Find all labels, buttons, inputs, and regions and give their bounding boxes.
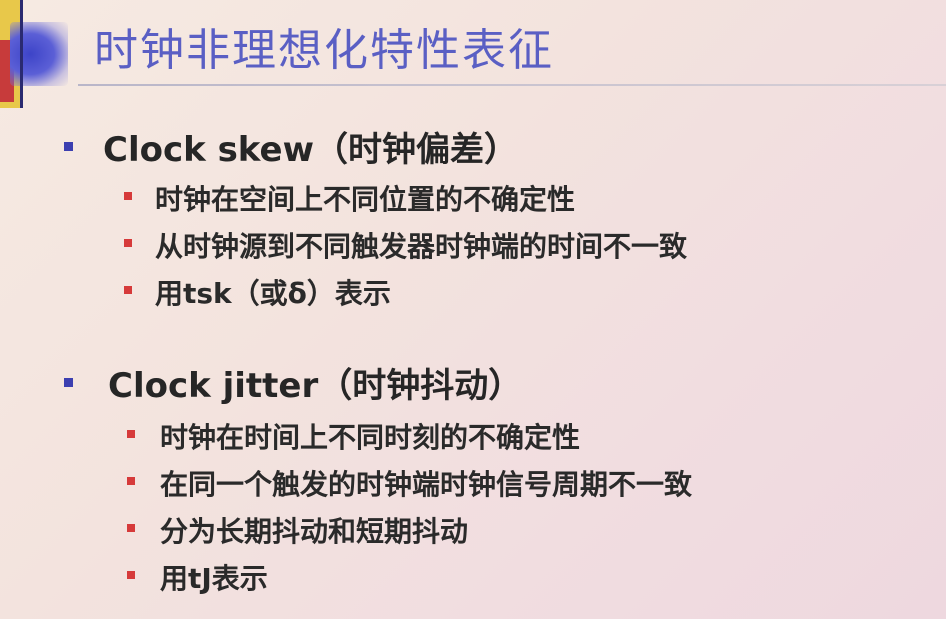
- level2-item: 从时钟源到不同触发器时钟端的时间不一致: [0, 219, 946, 266]
- item-text: 时钟在时间上不同时刻的不确定性: [160, 421, 581, 454]
- slide-decoration: [0, 0, 70, 108]
- level2-bullet-icon: [127, 524, 135, 532]
- level2-bullet-icon: [124, 286, 132, 294]
- slide-title: 时钟非理想化特性表征: [94, 25, 554, 76]
- level2-bullet-icon: [124, 192, 132, 200]
- level1-bullet-icon: [64, 142, 73, 151]
- slide: 时钟非理想化特性表征 Clock skew（时钟偏差） 时钟在空间上不同位置的不…: [0, 0, 946, 619]
- level2-bullet-icon: [124, 239, 132, 247]
- item-text: 分为长期抖动和短期抖动: [160, 515, 469, 548]
- level2-item: 分为长期抖动和短期抖动: [0, 504, 946, 551]
- level2-bullet-icon: [127, 571, 135, 579]
- item-text: 从时钟源到不同触发器时钟端的时间不一致: [155, 230, 688, 263]
- level2-bullet-icon: [127, 430, 135, 438]
- section-heading: Clock skew（时钟偏差）: [103, 130, 518, 170]
- section-heading: Clock jitter（时钟抖动）: [108, 366, 523, 406]
- decoration-vertical-line: [20, 0, 23, 108]
- level1-bullet-icon: [64, 378, 73, 387]
- item-text: 时钟在空间上不同位置的不确定性: [155, 183, 576, 216]
- item-text: 用tJ表示: [160, 562, 268, 595]
- decoration-blue-block: [10, 22, 68, 86]
- item-text: 在同一个触发的时钟端时钟信号周期不一致: [160, 468, 693, 501]
- item-text: 用tsk（或δ）表示: [155, 277, 391, 310]
- level2-item: 时钟在时间上不同时刻的不确定性: [0, 410, 946, 457]
- level2-item: 用tsk（或δ）表示: [0, 266, 946, 313]
- level2-item: 在同一个触发的时钟端时钟信号周期不一致: [0, 457, 946, 504]
- title-divider: [78, 84, 946, 86]
- section-clock-skew: Clock skew（时钟偏差） 时钟在空间上不同位置的不确定性 从时钟源到不同…: [0, 122, 946, 313]
- section-clock-jitter: Clock jitter（时钟抖动） 时钟在时间上不同时刻的不确定性 在同一个触…: [0, 358, 946, 598]
- level2-item: 用tJ表示: [0, 551, 946, 598]
- level2-bullet-icon: [127, 477, 135, 485]
- level1-item: Clock skew（时钟偏差）: [0, 122, 946, 170]
- level2-item: 时钟在空间上不同位置的不确定性: [0, 172, 946, 219]
- level1-item: Clock jitter（时钟抖动）: [0, 358, 946, 406]
